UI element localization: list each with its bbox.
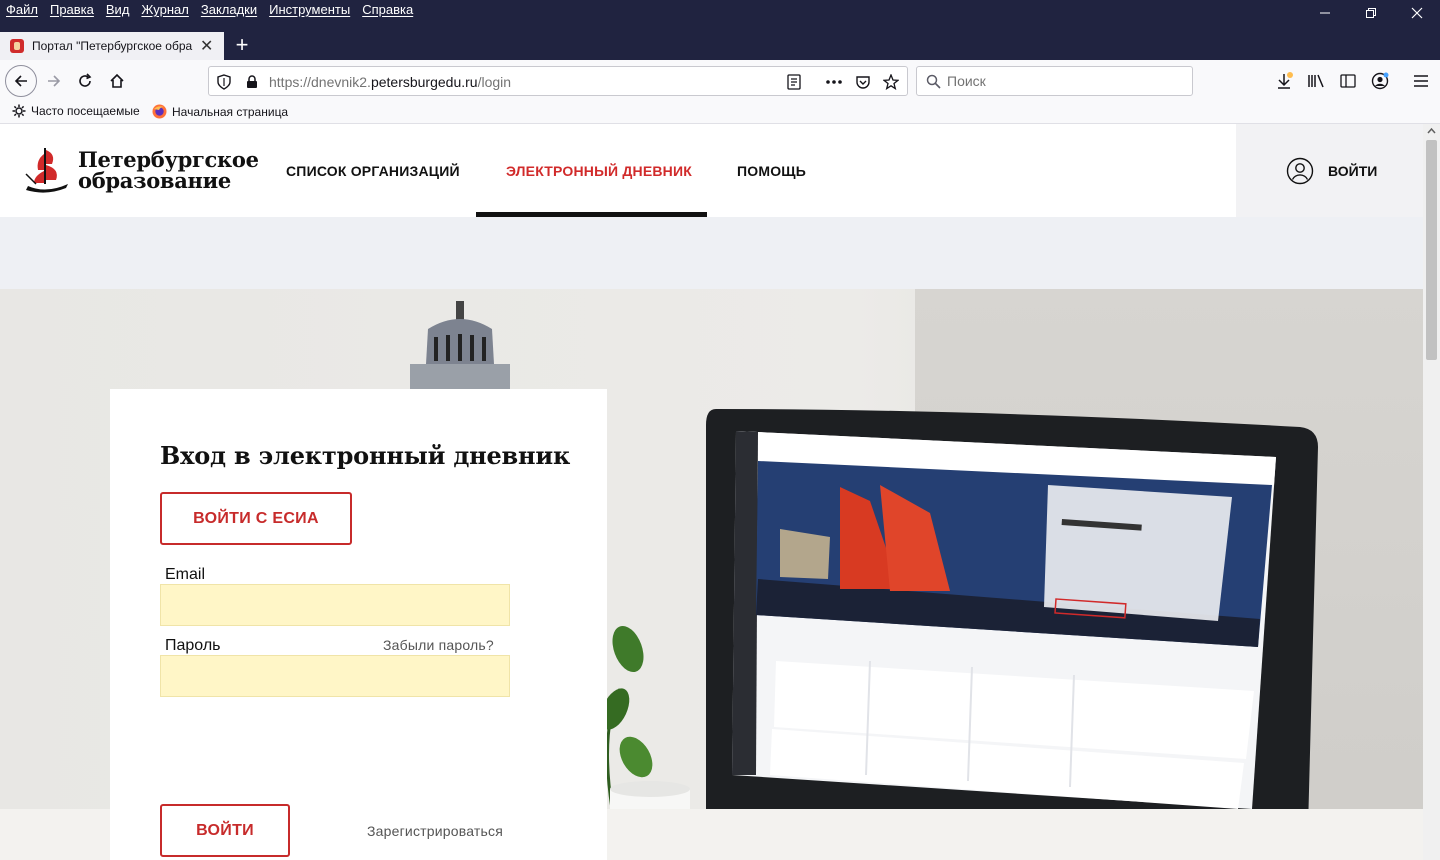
- bookmark-most-visited-label: Часто посещаемые: [31, 104, 140, 118]
- menu-history[interactable]: Журнал: [141, 2, 188, 17]
- close-icon: [1411, 7, 1423, 19]
- menu-help[interactable]: Справка: [362, 2, 413, 17]
- bookmark-most-visited[interactable]: Часто посещаемые: [12, 104, 140, 118]
- new-tab-button[interactable]: +: [230, 33, 254, 57]
- page-scrollbar[interactable]: [1423, 124, 1440, 860]
- url-bar[interactable]: https://dnevnik2.petersburgedu.ru/login: [208, 66, 908, 96]
- register-link[interactable]: Зарегистрироваться: [367, 823, 503, 839]
- scrollbar-thumb[interactable]: [1426, 140, 1437, 360]
- back-button[interactable]: [5, 65, 37, 97]
- tab-bar: Портал "Петербургское обра ✕ +: [0, 32, 1440, 60]
- url-text[interactable]: https://dnevnik2.petersburgedu.ru/login: [269, 74, 511, 90]
- shield-icon: [217, 74, 231, 90]
- forgot-password-link[interactable]: Забыли пароль?: [383, 637, 494, 653]
- bookmarks-toolbar: Часто посещаемые Начальная страница: [0, 102, 1440, 124]
- reload-icon: [79, 73, 92, 87]
- sidebar-icon[interactable]: [1339, 72, 1357, 90]
- forward-button[interactable]: [40, 67, 68, 95]
- navigation-toolbar: https://dnevnik2.petersburgedu.ru/login: [0, 60, 1440, 102]
- page-viewport: Петербургское образование СПИСОК ОРГАНИЗ…: [0, 124, 1440, 860]
- account-icon[interactable]: [1371, 72, 1389, 90]
- minimize-icon: [1320, 12, 1330, 14]
- header-login-button[interactable]: ВОЙТИ: [1286, 157, 1377, 185]
- email-field[interactable]: [160, 584, 510, 626]
- password-field[interactable]: [160, 655, 510, 697]
- header-login-label: ВОЙТИ: [1328, 163, 1378, 179]
- lock-icon[interactable]: [243, 73, 261, 91]
- logo-line-2: образование: [78, 168, 231, 193]
- esia-login-button[interactable]: ВОЙТИ С ЕСИА: [160, 492, 352, 545]
- menu-file[interactable]: Файл: [6, 2, 38, 17]
- downloads-icon[interactable]: [1275, 72, 1293, 90]
- site-header: Петербургское образование СПИСОК ОРГАНИЗ…: [0, 124, 1236, 217]
- hamburger-menu-icon[interactable]: [1412, 72, 1430, 90]
- tracking-protection-icon[interactable]: [215, 73, 233, 91]
- header-login-area: ВОЙТИ: [1236, 124, 1423, 217]
- bookmark-home[interactable]: Начальная страница: [152, 104, 288, 119]
- password-label: Пароль: [165, 637, 221, 654]
- nav-diary[interactable]: ЭЛЕКТРОННЫЙ ДНЕВНИК: [506, 163, 692, 179]
- home-button[interactable]: [103, 67, 131, 95]
- close-window-button[interactable]: [1407, 4, 1427, 24]
- login-card: Вход в электронный дневник ВОЙТИ С ЕСИА …: [110, 389, 607, 860]
- login-submit-button[interactable]: ВОЙТИ: [160, 804, 290, 857]
- page-actions-icon[interactable]: [825, 73, 843, 91]
- search-input[interactable]: [947, 73, 1177, 89]
- menu-tools[interactable]: Инструменты: [269, 2, 350, 17]
- scroll-up-icon: [1427, 127, 1436, 134]
- restore-button[interactable]: [1361, 4, 1381, 24]
- reader-view-icon[interactable]: [785, 73, 803, 91]
- logo-text: Петербургское образование: [78, 149, 259, 191]
- user-icon: [1286, 157, 1314, 185]
- password-input[interactable]: [161, 656, 509, 696]
- tab-title: Портал "Петербургское обра: [32, 39, 193, 53]
- site-favicon-icon: [10, 39, 24, 53]
- pocket-icon[interactable]: [854, 73, 872, 91]
- library-icon[interactable]: [1307, 72, 1325, 90]
- nav-help[interactable]: ПОМОЩЬ: [737, 163, 806, 179]
- home-icon: [110, 73, 124, 88]
- menu-view[interactable]: Вид: [106, 2, 130, 17]
- firefox-icon: [152, 104, 167, 119]
- minimize-button[interactable]: [1315, 4, 1335, 24]
- nav-organizations[interactable]: СПИСОК ОРГАНИЗАЦИЙ: [286, 163, 460, 179]
- menu-bookmarks[interactable]: Закладки: [201, 2, 257, 17]
- reload-button[interactable]: [71, 67, 99, 95]
- search-icon: [926, 74, 941, 94]
- login-title: Вход в электронный дневник: [160, 441, 571, 470]
- arrow-left-icon: [14, 75, 27, 87]
- restore-icon: [1366, 8, 1376, 18]
- email-label: Email: [165, 566, 206, 583]
- email-input[interactable]: [161, 585, 509, 625]
- gear-icon: [12, 104, 26, 118]
- arrow-right-icon: [48, 75, 61, 87]
- active-nav-indicator: [476, 212, 707, 217]
- bookmark-star-icon[interactable]: [882, 73, 900, 91]
- tab-active[interactable]: Портал "Петербургское обра ✕: [0, 32, 224, 60]
- menu-bar: Файл Правка Вид Журнал Закладки Инструме…: [0, 0, 1440, 32]
- bookmark-home-label: Начальная страница: [172, 104, 289, 119]
- tab-close-icon[interactable]: ✕: [200, 36, 213, 56]
- ship-logo-icon: [25, 148, 68, 193]
- logo-line-1: Петербургское: [78, 147, 259, 172]
- search-bar[interactable]: [916, 66, 1193, 96]
- site-logo[interactable]: Петербургское образование: [22, 144, 259, 196]
- menu-edit[interactable]: Правка: [50, 2, 94, 17]
